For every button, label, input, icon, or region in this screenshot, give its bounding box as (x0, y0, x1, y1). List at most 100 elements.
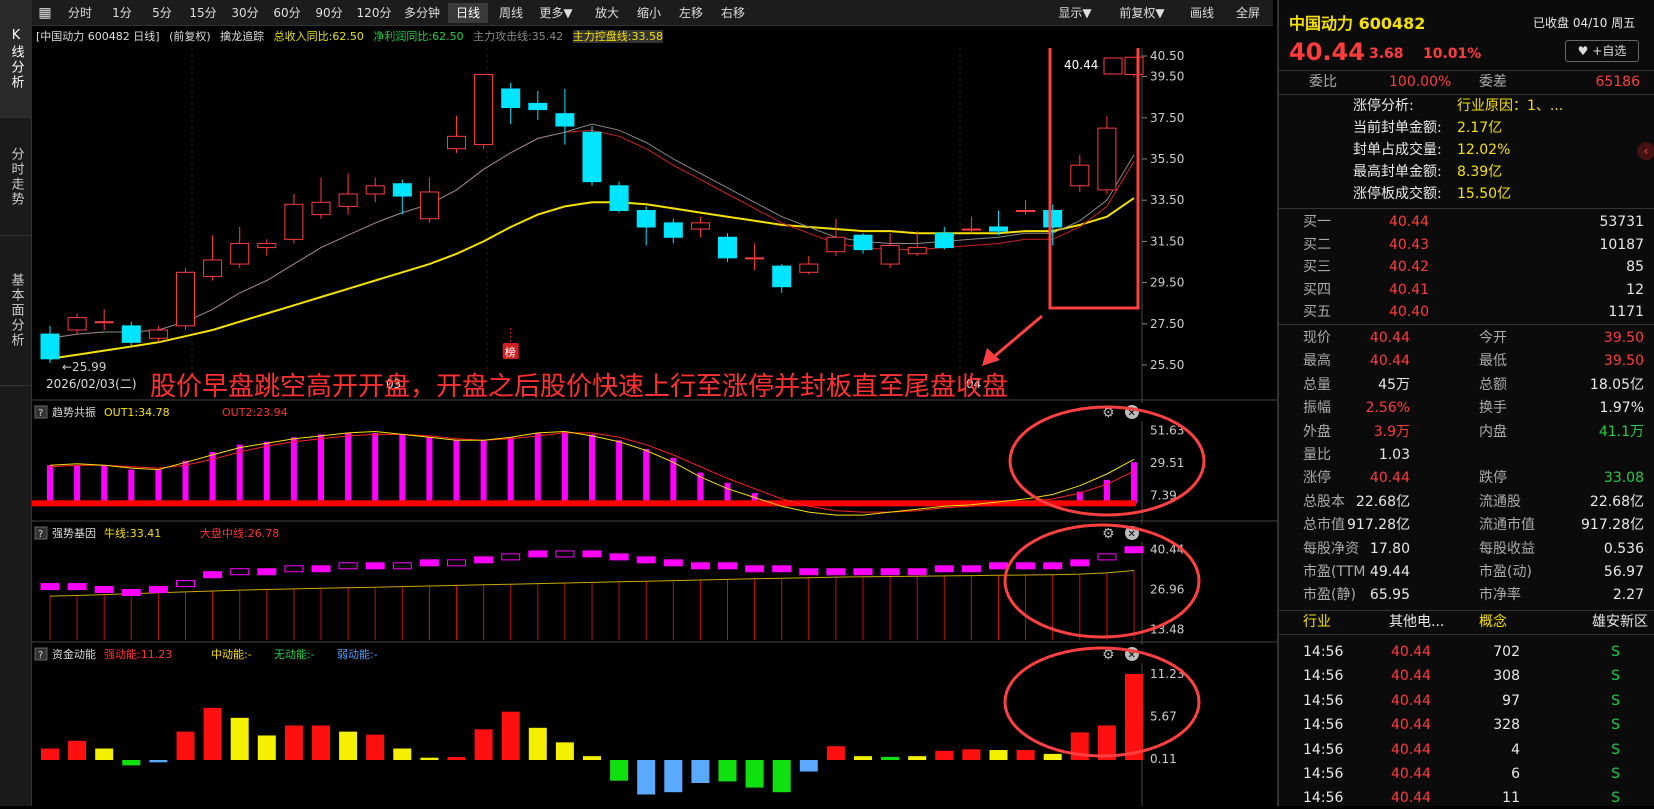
period-daily[interactable]: 日线 (448, 3, 488, 23)
limit-up-value: 2.17亿 (1457, 120, 1503, 136)
sub3-bar (637, 760, 656, 795)
sub3-bar (555, 742, 574, 760)
sub2-box (690, 562, 710, 570)
quote-value-right: 1.97% (1599, 400, 1644, 417)
sub2-box (121, 589, 141, 596)
candle-body (365, 185, 385, 195)
concept-value[interactable]: 雄安新区 (1592, 611, 1648, 633)
sub1-title: 趋势共振 (52, 405, 96, 419)
tick-row: 14:56 40.44 4 S (1279, 739, 1654, 761)
sub3-bar (176, 731, 195, 760)
industry-row[interactable]: 行业 其他电... 概念 雄安新区 (1279, 611, 1654, 633)
quote-row: 量比 1.03 (1279, 444, 1654, 466)
nav-timeshare[interactable]: 分时走势 (0, 118, 32, 236)
strong-gene-chart[interactable]: ? 强势基因 牛线:33.41 大盘中线:26.78 ⚙ ✕ 40.44 26.96 13.48 (32, 520, 1277, 640)
bid-volume: 85 (1626, 259, 1644, 275)
tick-side: S (1611, 717, 1620, 734)
sub3-bar (339, 731, 358, 760)
sub1-bar (318, 434, 324, 504)
tick-volume: 308 (1493, 668, 1520, 685)
sub3-none: 无动能:- (274, 647, 315, 661)
sub3-bar (881, 756, 900, 760)
move-left-button[interactable]: 左移 (672, 3, 710, 23)
add-favorite-button[interactable]: ♥ +自选 (1565, 40, 1639, 62)
quote-value-left: 40.44 (1369, 470, 1410, 487)
sub3-bar (583, 756, 601, 760)
zoom-out-button[interactable]: 缩小 (630, 3, 668, 23)
sub1-bar (480, 440, 487, 504)
bid-row[interactable]: 买五 40.40 1171 (1279, 301, 1654, 323)
bid-row[interactable]: 买三 40.42 85 (1279, 256, 1654, 278)
display-dropdown[interactable]: 显示▼ (1050, 3, 1100, 23)
trend-resonance-chart[interactable]: ? 趋势共振 OUT1:34.78 OUT2:23.94 ⚙ ✕51.6329.517.3… (32, 399, 1277, 517)
bid-row[interactable]: 买四 40.41 12 (1279, 279, 1654, 301)
candle-body (690, 222, 710, 230)
quote-value-left: 40.44 (1369, 330, 1410, 346)
industry-value[interactable]: 其他电... (1389, 611, 1444, 633)
period-3[interactable]: 5分 (144, 3, 180, 23)
chart-area[interactable]: 40.50 39.50 37.50 35.50 33.50 31.50 29.50 27.50… (32, 48, 1277, 806)
zoom-in-button[interactable]: 放大 (588, 3, 626, 23)
sub3-weak: 弱动能:- (337, 647, 378, 661)
price-change-pct: 10.01% (1423, 46, 1482, 62)
quote-value-right: 56.97 (1603, 564, 1644, 580)
weicha-value: 65186 (1595, 74, 1640, 90)
quote-value-left: 2.56% (1365, 400, 1410, 417)
collapse-arrow-icon[interactable]: ‹ (1637, 142, 1654, 160)
bid-level: 买三 (1303, 259, 1331, 275)
nav-fundamental[interactable]: 基本面分析 (0, 236, 32, 386)
sub1-bar (47, 465, 53, 504)
candle-body (636, 210, 656, 228)
tick-time: 14:56 (1303, 668, 1344, 685)
bid-volume: 12 (1626, 281, 1644, 298)
sub2-box (311, 565, 331, 573)
period-6[interactable]: 60分 (268, 3, 306, 23)
fullscreen-button[interactable]: 全屏 (1228, 3, 1268, 23)
sub2-box (636, 556, 656, 564)
bid-row[interactable]: 买一 40.44 53731 (1279, 211, 1654, 233)
sub2-niu: 牛线:33.41 (104, 526, 161, 540)
sub3-bar (528, 727, 547, 760)
tick-price: 40.44 (1391, 692, 1432, 709)
sub2-box (365, 562, 385, 570)
fund-momentum-chart[interactable]: ? 资金动能 强动能:11.23 中动能:- 无动能:- 弱动能:- ⚙ ✕11.235.67… (32, 641, 1277, 795)
ytick-label: 25.50 (1150, 358, 1184, 372)
sub3-bar (257, 735, 276, 760)
candle-body (338, 193, 358, 207)
period-7[interactable]: 90分 (310, 3, 348, 23)
candle-body (555, 113, 575, 127)
adjust-dropdown[interactable]: 前复权▼ (1110, 3, 1174, 23)
tick-row: 14:56 40.44 308 S (1279, 665, 1654, 687)
quote-label-left: 总市值 (1303, 517, 1345, 534)
period-4[interactable]: 15分 (184, 3, 222, 23)
sub2-box (1016, 562, 1036, 570)
sub3-bar (854, 756, 872, 760)
limit-up-value: 行业原因：1、... (1457, 98, 1564, 114)
bid-volume: 10187 (1599, 236, 1644, 253)
info-indicator[interactable]: 擒龙追踪 (220, 30, 264, 43)
sub3-bar (149, 760, 168, 763)
period-2[interactable]: 1分 (104, 3, 140, 23)
move-right-button[interactable]: 右移 (714, 3, 752, 23)
bid-level: 买五 (1303, 304, 1331, 320)
period-weekly[interactable]: 周线 (492, 3, 530, 23)
more-dropdown[interactable]: 更多▼ (534, 3, 578, 23)
sub3-bar (420, 757, 439, 760)
period-5[interactable]: 30分 (226, 3, 264, 23)
sub2-box (447, 559, 466, 567)
bid-volume: 1171 (1608, 304, 1644, 320)
nav-kline-analysis[interactable]: K线分析 (0, 0, 32, 118)
draw-button[interactable]: 画线 (1182, 3, 1222, 23)
tick-price: 40.44 (1391, 741, 1432, 758)
period-1[interactable]: 分时 (60, 3, 100, 23)
bid-row[interactable]: 买二 40.43 10187 (1279, 234, 1654, 256)
grid-icon[interactable]: ▦ (36, 3, 54, 23)
limit-up-row: 当前封单金额: 2.17亿 (1279, 117, 1654, 139)
main-kline-chart[interactable]: 40.50 39.50 37.50 35.50 33.50 31.50 29.50 27.50… (32, 48, 1277, 806)
sub3-bar (745, 760, 764, 788)
period-8[interactable]: 120分 (352, 3, 396, 23)
limit-up-row[interactable]: 涨停分析: 行业原因：1、... (1279, 95, 1654, 117)
period-9[interactable]: 多分钟 (400, 3, 444, 23)
sub3-bar (1016, 750, 1035, 760)
tick-row: 14:56 40.44 6 S (1279, 763, 1654, 785)
